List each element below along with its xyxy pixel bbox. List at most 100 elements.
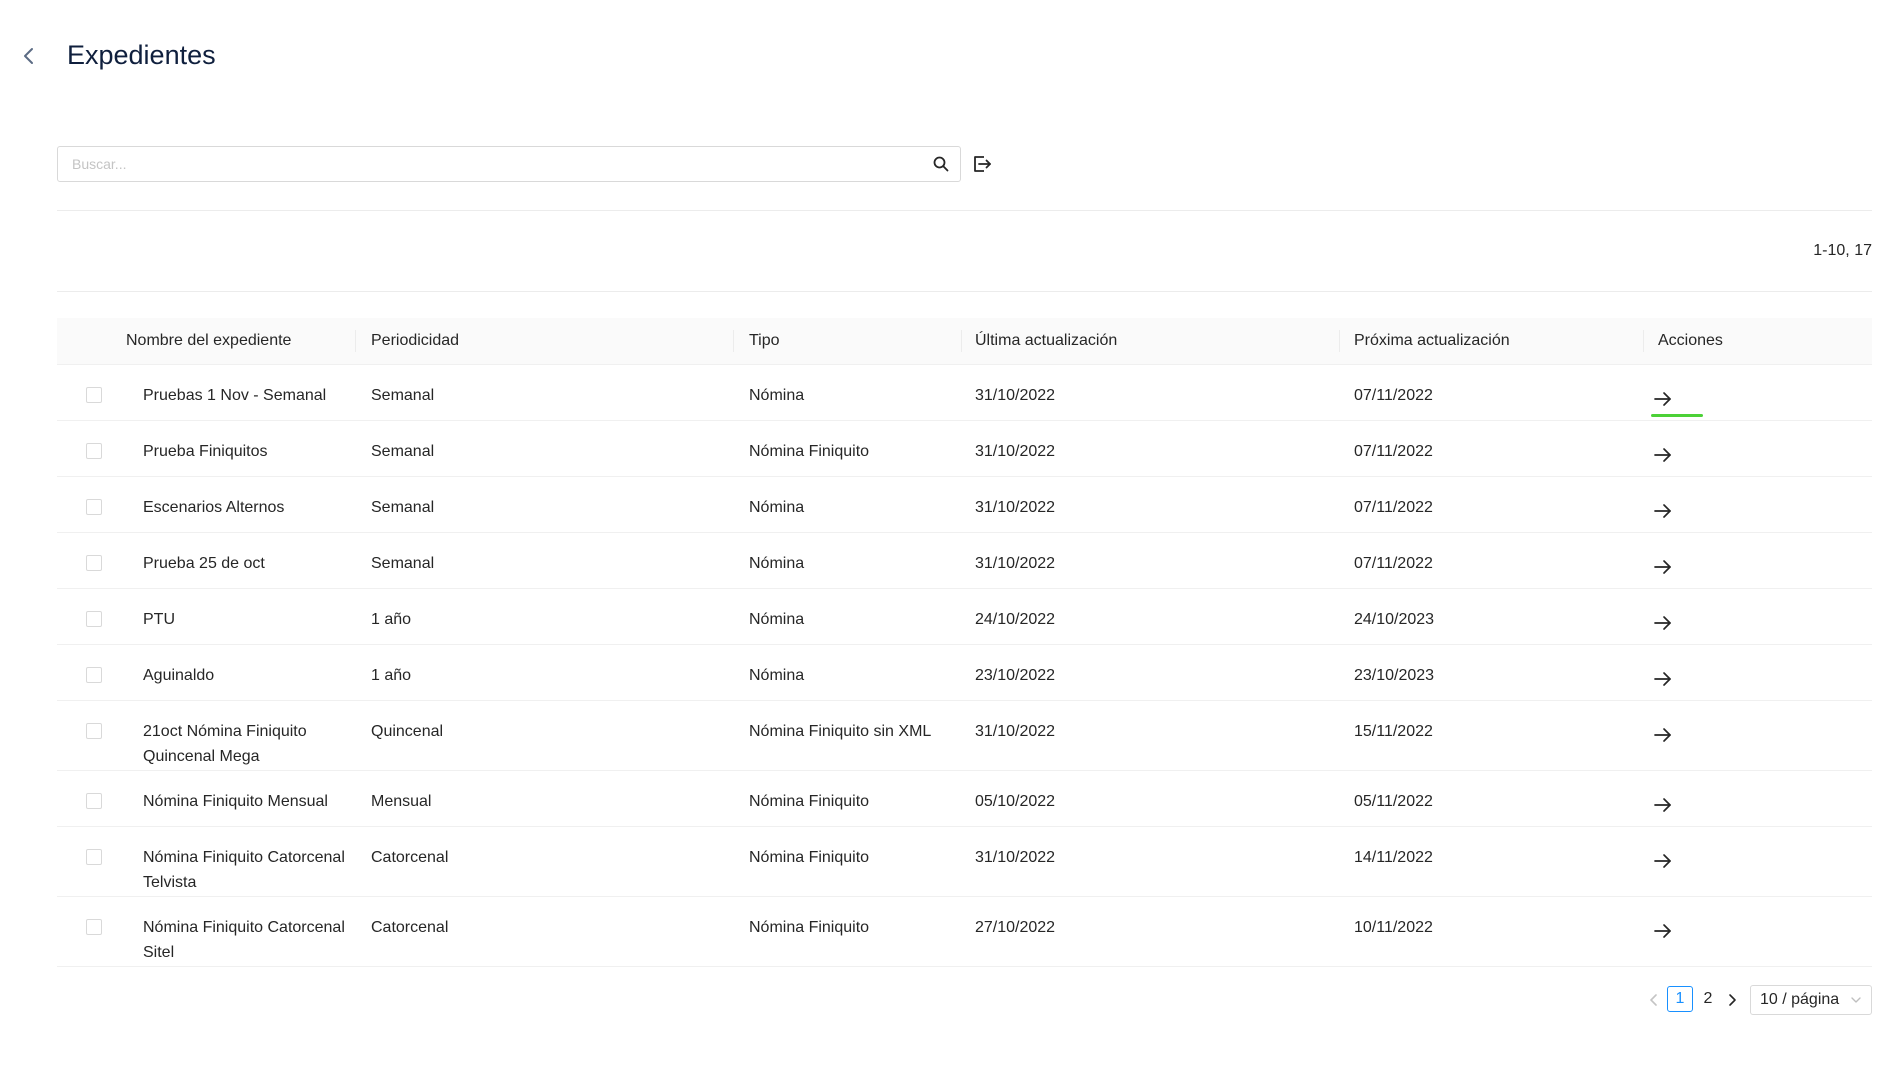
arrow-right-icon (1654, 616, 1671, 630)
row-checkbox[interactable] (86, 667, 102, 683)
row-checkbox[interactable] (86, 499, 102, 515)
cell-nombre-line: Telvista (143, 874, 197, 891)
row-checkbox[interactable] (86, 849, 102, 865)
column-header-nombre[interactable]: Nombre del expediente (126, 318, 291, 364)
cell-periodicidad: Quincenal (371, 723, 444, 740)
pagination-next-button[interactable] (1723, 990, 1741, 1010)
cell-nombre-line: Prueba 25 de oct (143, 555, 265, 572)
column-separator (1339, 330, 1340, 352)
cell-nombre-line: 21oct Nómina Finiquito (143, 723, 307, 740)
cell-proxima: 15/11/2022 (1354, 723, 1433, 740)
open-expediente-button[interactable] (1651, 849, 1675, 873)
action-highlight-underline (1651, 414, 1703, 417)
table-row: Nómina Finiquito Catorcenal Telvista Cator… (57, 827, 1872, 897)
export-button[interactable] (970, 152, 994, 176)
pagination-page-1[interactable]: 1 (1667, 986, 1693, 1012)
table-row: Nómina Finiquito Mensual Mensual Nómina Fi… (57, 771, 1872, 827)
cell-ultima: 31/10/2022 (975, 387, 1056, 404)
column-separator (733, 330, 734, 352)
cell-periodicidad: Catorcenal (371, 849, 449, 866)
open-expediente-button[interactable] (1651, 611, 1675, 635)
open-expediente-button[interactable] (1651, 443, 1675, 467)
column-separator (1643, 330, 1644, 352)
column-header-acciones: Acciones (1658, 332, 1723, 349)
arrow-right-icon (1654, 672, 1671, 686)
cell-tipo: Nómina (749, 555, 805, 572)
open-expediente-button[interactable] (1651, 499, 1675, 523)
column-header-tipo[interactable]: Tipo (749, 318, 780, 364)
row-checkbox[interactable] (86, 555, 102, 571)
cell-periodicidad: 1 año (371, 667, 412, 684)
arrow-right-icon (1654, 504, 1671, 518)
table-row: Pruebas 1 Nov - Semanal Semanal Nómina 31/1… (57, 365, 1872, 421)
cell-ultima: 31/10/2022 (975, 443, 1056, 460)
table-row: 21oct Nómina Finiquito Quincenal Mega Quin… (57, 701, 1872, 771)
divider (57, 210, 1872, 211)
cell-nombre-line: Nómina Finiquito Mensual (143, 793, 328, 810)
cell-ultima: 31/10/2022 (975, 849, 1056, 866)
cell-ultima: 24/10/2022 (975, 611, 1056, 628)
column-header-periodicidad[interactable]: Periodicidad (371, 318, 459, 364)
cell-ultima: 31/10/2022 (975, 723, 1056, 740)
cell-nombre: 21oct Nómina Finiquito Quincenal Mega (143, 719, 307, 769)
cell-nombre-line: PTU (143, 611, 175, 628)
open-expediente-button[interactable] (1651, 555, 1675, 579)
row-checkbox[interactable] (86, 443, 102, 459)
cell-tipo: Nómina (749, 611, 805, 628)
expedientes-table: Nombre del expediente Periodicidad Tipo … (57, 318, 1872, 967)
cell-proxima: 10/11/2022 (1354, 919, 1433, 936)
search-box (57, 146, 961, 182)
table-body: Pruebas 1 Nov - Semanal Semanal Nómina 31/1… (57, 365, 1872, 967)
search-button[interactable] (932, 155, 950, 173)
cell-nombre: Pruebas 1 Nov - Semanal (143, 383, 326, 408)
chevron-right-icon (1729, 994, 1736, 1006)
cell-nombre-line: Prueba Finiquitos (143, 443, 268, 460)
cell-nombre: Prueba 25 de oct (143, 551, 265, 576)
cell-proxima: 14/11/2022 (1354, 849, 1433, 866)
page-title: Expedientes (67, 40, 216, 70)
open-expediente-button[interactable] (1651, 793, 1675, 817)
arrow-right-icon (1654, 392, 1671, 406)
cell-periodicidad: Semanal (371, 499, 435, 516)
row-checkbox[interactable] (86, 919, 102, 935)
column-header-proxima[interactable]: Próxima actualización (1354, 318, 1510, 364)
cell-proxima: 24/10/2023 (1354, 611, 1435, 628)
arrow-right-icon (1654, 560, 1671, 574)
back-button[interactable] (18, 45, 40, 67)
arrow-right-icon (1654, 798, 1671, 812)
open-expediente-button[interactable] (1651, 919, 1675, 943)
cell-ultima: 31/10/2022 (975, 499, 1056, 516)
cell-proxima: 07/11/2022 (1354, 387, 1433, 404)
cell-tipo: Nómina Finiquito (749, 793, 870, 810)
cell-periodicidad: Catorcenal (371, 919, 449, 936)
cell-nombre: Nómina Finiquito Catorcenal Telvista (143, 845, 345, 895)
cell-proxima: 07/11/2022 (1354, 555, 1433, 572)
search-input[interactable] (58, 147, 918, 181)
column-header-ultima[interactable]: Última actualización (975, 318, 1117, 364)
cell-nombre: PTU (143, 607, 175, 632)
open-expediente-button[interactable] (1651, 387, 1675, 411)
column-separator (961, 330, 962, 352)
cell-proxima: 05/11/2022 (1354, 793, 1433, 810)
row-checkbox[interactable] (86, 723, 102, 739)
open-expediente-button[interactable] (1651, 723, 1675, 747)
row-checkbox[interactable] (86, 793, 102, 809)
open-expediente-button[interactable] (1651, 667, 1675, 691)
cell-proxima: 07/11/2022 (1354, 443, 1433, 460)
table-row: PTU 1 año Nómina 24/10/2022 24/10/2023 (57, 589, 1872, 645)
cell-proxima: 07/11/2022 (1354, 499, 1433, 516)
cell-tipo: Nómina (749, 667, 805, 684)
page-header: Expedientes (18, 40, 216, 71)
cell-proxima: 23/10/2023 (1354, 667, 1435, 684)
divider (57, 291, 1872, 292)
chevron-left-icon (1650, 994, 1657, 1006)
row-checkbox[interactable] (86, 387, 102, 403)
page-size-select[interactable]: 10 / página (1750, 985, 1872, 1015)
cell-nombre-line: Pruebas 1 Nov - Semanal (143, 387, 327, 404)
row-checkbox[interactable] (86, 611, 102, 627)
cell-nombre: Escenarios Alternos (143, 495, 284, 520)
cell-periodicidad: Mensual (371, 793, 432, 810)
pagination-page-2[interactable]: 2 (1695, 986, 1721, 1012)
pagination-prev-button[interactable] (1645, 990, 1663, 1010)
arrow-right-icon (1654, 854, 1671, 868)
